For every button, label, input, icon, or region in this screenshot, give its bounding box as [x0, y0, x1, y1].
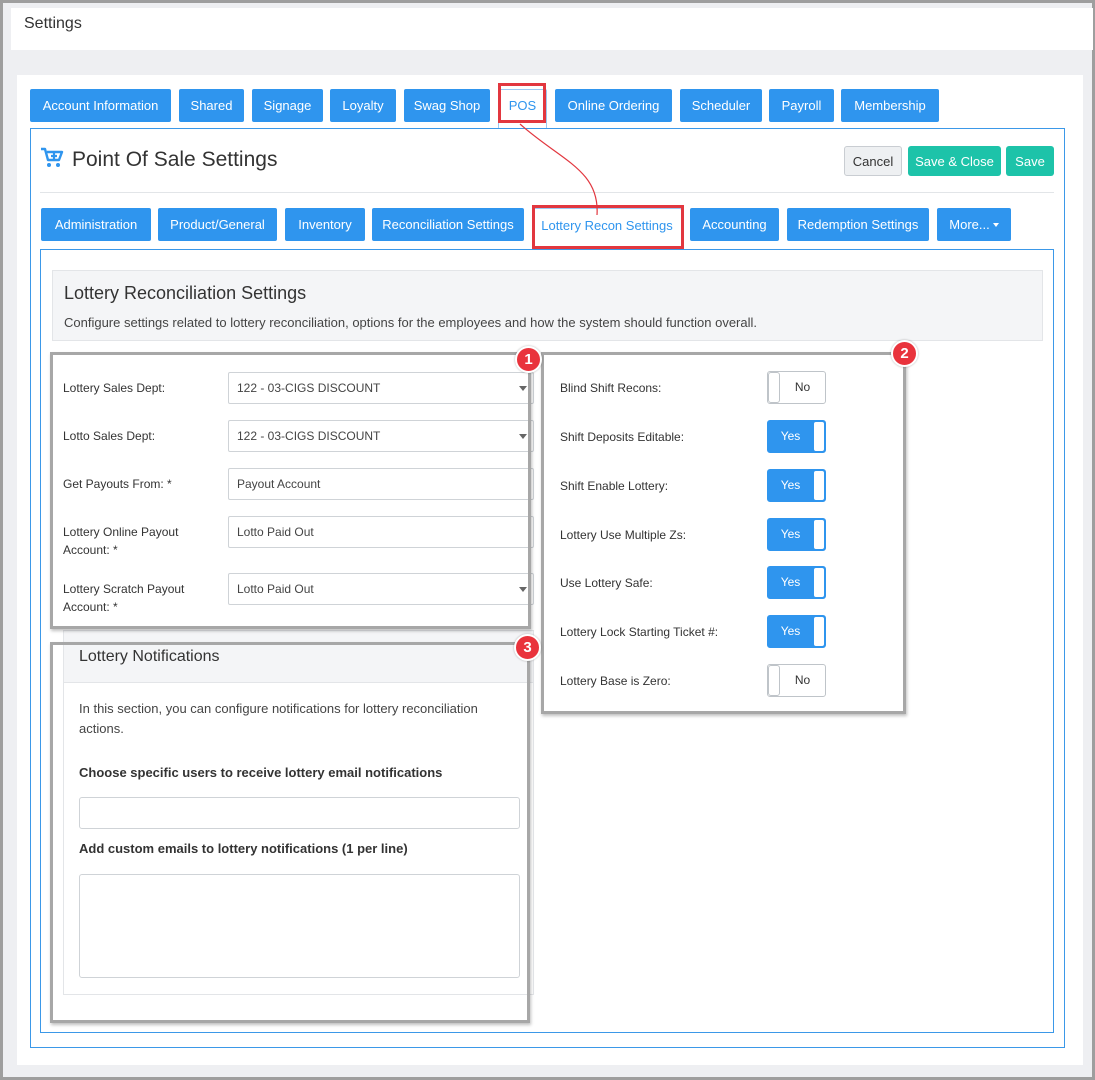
badge-2: 2: [891, 340, 918, 367]
callout-box-1: [50, 352, 531, 629]
badge-3: 3: [514, 634, 541, 661]
callout-box-2: [541, 352, 906, 714]
section-header: Lottery Reconciliation Settings Configur…: [52, 270, 1043, 341]
section-heading: Lottery Reconciliation Settings: [64, 283, 307, 303]
callout-box-3: [50, 642, 530, 1023]
section-description: Configure settings related to lottery re…: [64, 315, 757, 330]
badge-1: 1: [515, 346, 542, 373]
